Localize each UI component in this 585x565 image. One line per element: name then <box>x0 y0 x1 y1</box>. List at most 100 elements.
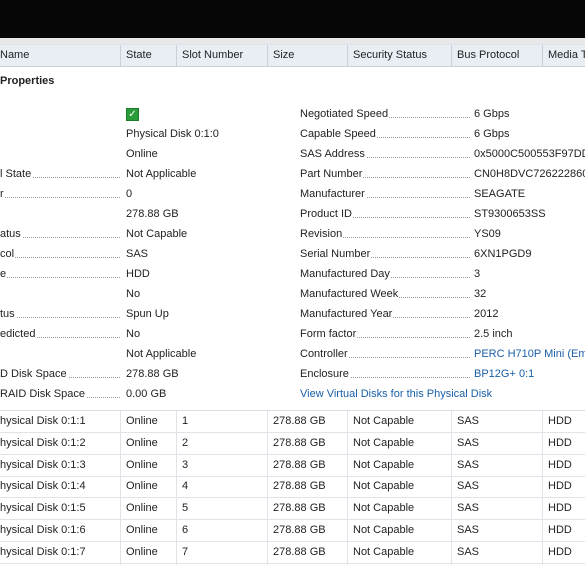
property-label: l State <box>0 168 120 180</box>
property-label: Manufacturer <box>300 188 470 200</box>
property-label: Negotiated Speed <box>300 108 470 120</box>
property-row: Manufacturer SEAGATE <box>300 185 585 205</box>
property-row: Part Number CN0H8DVC7262228600 <box>300 165 585 185</box>
disk-security-cell: Not Capable <box>353 436 415 449</box>
disk-security-cell: Not Capable <box>353 458 415 471</box>
disk-size-cell: 278.88 GB <box>273 458 326 471</box>
column-divider[interactable] <box>176 45 177 66</box>
property-row: View Virtual Disks for this Physical Dis… <box>300 385 585 405</box>
disk-slot-cell: 3 <box>182 458 189 471</box>
property-label: tus <box>0 308 120 320</box>
table-header: Name State Slot Number Size Security Sta… <box>0 44 585 67</box>
disk-name-cell: hysical Disk 0:1:7 <box>0 545 86 558</box>
property-value: Not Applicable <box>126 348 197 360</box>
disk-security-cell: Not Capable <box>353 524 415 536</box>
column-divider[interactable] <box>347 45 348 66</box>
property-value: SAS <box>126 248 149 260</box>
disk-state-cell: Online <box>126 436 158 449</box>
property-value: Not Applicable <box>126 168 197 180</box>
disk-media-cell: HDD <box>548 524 572 536</box>
column-header-size[interactable]: Size <box>273 45 347 66</box>
property-value: Not Capable <box>126 228 188 240</box>
view-virtual-disks-link[interactable]: View Virtual Disks for this Physical Dis… <box>300 388 492 400</box>
property-label: Manufactured Day <box>300 268 470 280</box>
table-row[interactable]: hysical Disk 0:1:3 Online 3 278.88 GB Not Ca… <box>0 455 585 477</box>
property-value: YS09 <box>474 228 501 240</box>
disk-media-cell: HDD <box>548 415 572 427</box>
table-row[interactable]: hysical Disk 0:1:4 Online 4 278.88 GB Not Ca… <box>0 476 585 499</box>
disk-slot-cell: 2 <box>182 436 189 449</box>
column-header-state[interactable]: State <box>126 45 176 66</box>
table-row[interactable]: hysical Disk 0:1:5 Online 5 278.88 GB Not Ca… <box>0 498 585 521</box>
property-label: Part Number <box>300 168 470 180</box>
column-divider[interactable] <box>120 45 121 66</box>
disk-security-cell: Not Capable <box>353 545 415 558</box>
disk-state-cell: Online <box>126 480 158 493</box>
disk-bus-cell: SAS <box>457 415 480 427</box>
disk-bus-cell: SAS <box>457 502 480 515</box>
column-header-slot-number[interactable]: Slot Number <box>182 45 267 66</box>
property-label: Manufactured Week <box>300 288 470 300</box>
column-header-media-type[interactable]: Media T <box>548 45 585 66</box>
property-value: 6 Gbps <box>474 128 510 140</box>
disk-bus-cell: SAS <box>457 480 480 493</box>
disk-state-cell: Online <box>126 502 158 515</box>
disk-name-cell: hysical Disk 0:1:6 <box>0 524 86 536</box>
property-label: col <box>0 248 120 260</box>
properties-panel: ✓ Physical Disk 0:1:0 Online l State Not… <box>0 105 585 405</box>
table-row[interactable]: hysical Disk 0:1:2 Online 2 278.88 GB Not Ca… <box>0 433 585 455</box>
table-row[interactable]: hysical Disk 0:1:1 Online 1 278.88 GB Not Ca… <box>0 411 585 433</box>
table-row[interactable]: hysical Disk 0:1:6 Online 6 278.88 GB Not Ca… <box>0 520 585 542</box>
disk-name-cell: hysical Disk 0:1:4 <box>0 480 86 493</box>
property-row: Revision YS09 <box>300 225 585 245</box>
property-value: Spun Up <box>126 308 169 320</box>
property-row: Enclosure BP12G+ 0:1 <box>300 365 585 385</box>
column-divider[interactable] <box>267 45 268 66</box>
column-header-name[interactable]: Name <box>0 45 118 66</box>
property-label: Capable Speed <box>300 128 470 140</box>
disk-size-cell: 278.88 GB <box>273 415 326 427</box>
disk-media-cell: HDD <box>548 480 572 493</box>
property-row: Manufactured Day 3 <box>300 265 585 285</box>
property-label: Enclosure <box>300 368 470 380</box>
property-value: 6XN1PGD9 <box>474 248 532 260</box>
disk-bus-cell: SAS <box>457 458 480 471</box>
disk-media-cell: HDD <box>548 436 572 449</box>
property-value: HDD <box>126 268 150 280</box>
property-value: 0.00 GB <box>126 388 167 400</box>
property-value: 32 <box>474 288 487 300</box>
disk-size-cell: 278.88 GB <box>273 480 326 493</box>
disk-slot-cell: 6 <box>182 524 189 536</box>
property-label: Serial Number <box>300 248 470 260</box>
property-label: r <box>0 188 120 200</box>
disk-size-cell: 278.88 GB <box>273 502 326 515</box>
column-divider[interactable] <box>542 45 543 66</box>
property-label: Revision <box>300 228 470 240</box>
table-row[interactable]: hysical Disk 0:1:7 Online 7 278.88 GB Not Ca… <box>0 542 585 564</box>
property-label: Product ID <box>300 208 470 220</box>
property-value: 2.5 inch <box>474 328 513 340</box>
column-divider[interactable] <box>451 45 452 66</box>
property-value: 278.88 GB <box>126 368 179 380</box>
property-label: atus <box>0 228 120 240</box>
property-value: No <box>126 328 141 340</box>
enclosure-link[interactable]: BP12G+ 0:1 <box>474 368 534 380</box>
property-label: Form factor <box>300 328 470 340</box>
property-row: Capable Speed 6 Gbps <box>300 125 585 145</box>
disk-state-cell: Online <box>126 415 158 427</box>
controller-link[interactable]: PERC H710P Mini (Emb <box>474 348 585 360</box>
disk-media-cell: HDD <box>548 458 572 471</box>
property-value: 6 Gbps <box>474 108 510 120</box>
disk-size-cell: 278.88 GB <box>273 524 326 536</box>
disk-security-cell: Not Capable <box>353 480 415 493</box>
column-header-bus-protocol[interactable]: Bus Protocol <box>457 45 542 66</box>
property-row: Serial Number 6XN1PGD9 <box>300 245 585 265</box>
disk-state-cell: Online <box>126 545 158 558</box>
property-value: 2012 <box>474 308 499 320</box>
property-label: RAID Disk Space <box>0 388 120 400</box>
column-header-security-status[interactable]: Security Status <box>353 45 451 66</box>
disk-name-cell: hysical Disk 0:1:3 <box>0 458 86 471</box>
disk-slot-cell: 7 <box>182 545 189 558</box>
property-value: 3 <box>474 268 481 280</box>
disk-bus-cell: SAS <box>457 545 480 558</box>
